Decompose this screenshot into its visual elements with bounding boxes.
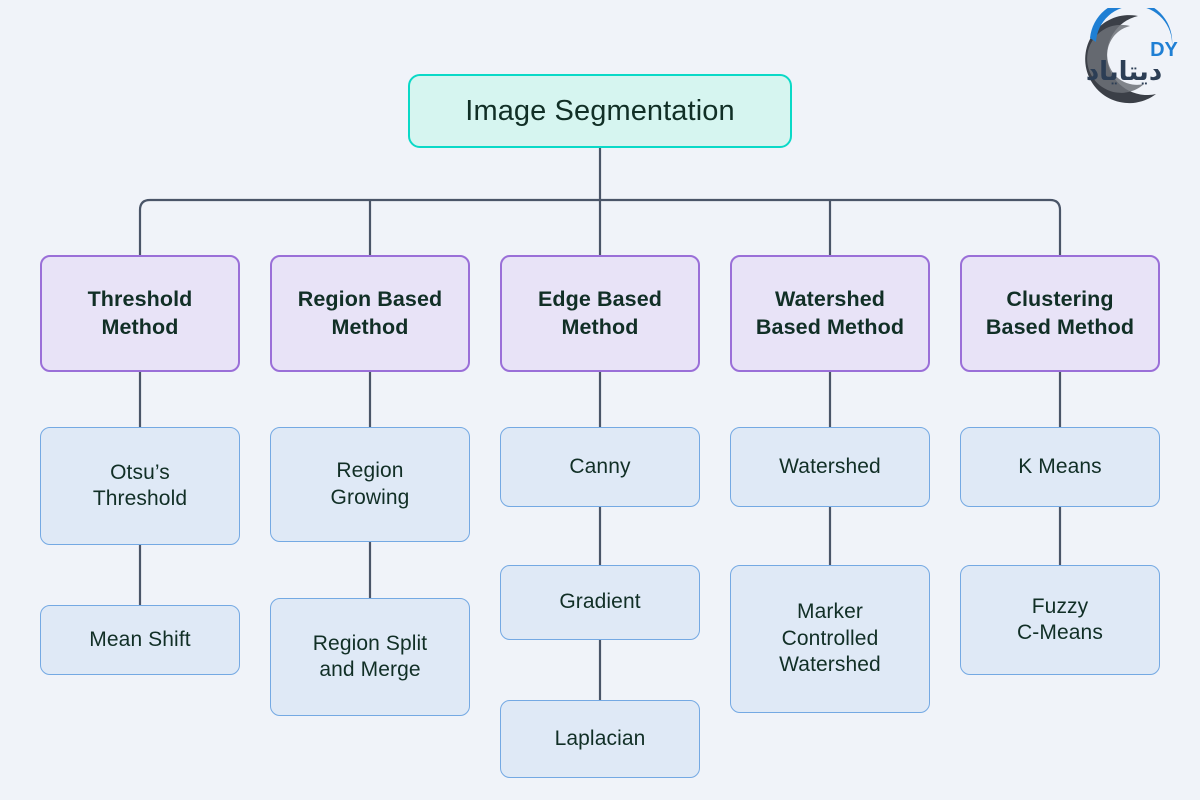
logo-text-script: دیتایاد (1086, 57, 1162, 87)
node-region-growing[interactable]: Region Growing (270, 427, 470, 542)
node-canny[interactable]: Canny (500, 427, 700, 507)
node-marker-controlled-watershed[interactable]: Marker Controlled Watershed (730, 565, 930, 713)
wire-bus (138, 198, 1062, 255)
node-fuzzy-c-means[interactable]: Fuzzy C-Means (960, 565, 1160, 675)
node-region-based-method[interactable]: Region Based Method (270, 255, 470, 372)
datayad-logo: DY دیتایاد (1060, 8, 1192, 112)
node-laplacian[interactable]: Laplacian (500, 700, 700, 778)
node-k-means[interactable]: K Means (960, 427, 1160, 507)
node-image-segmentation[interactable]: Image Segmentation (408, 74, 792, 148)
node-threshold-method[interactable]: Threshold Method (40, 255, 240, 372)
node-watershed[interactable]: Watershed (730, 427, 930, 507)
node-region-split-and-merge[interactable]: Region Split and Merge (270, 598, 470, 716)
node-watershed-based-method[interactable]: Watershed Based Method (730, 255, 930, 372)
node-clustering-based-method[interactable]: Clustering Based Method (960, 255, 1160, 372)
node-gradient[interactable]: Gradient (500, 565, 700, 640)
diagram-canvas: Image Segmentation Threshold Method Regi… (0, 0, 1200, 800)
node-mean-shift[interactable]: Mean Shift (40, 605, 240, 675)
node-otsus-threshold[interactable]: Otsu’s Threshold (40, 427, 240, 545)
node-edge-based-method[interactable]: Edge Based Method (500, 255, 700, 372)
